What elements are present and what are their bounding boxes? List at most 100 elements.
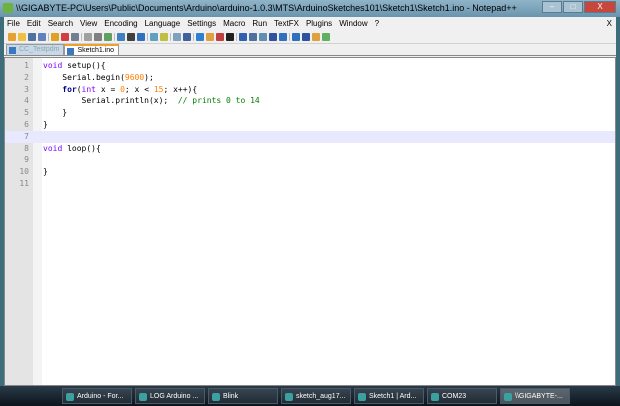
notepadpp-icon xyxy=(3,3,13,13)
line-number: 4 xyxy=(24,96,29,106)
line-number: 11 xyxy=(19,179,29,188)
toolbar-button-icon[interactable] xyxy=(127,32,135,41)
code-editor[interactable]: 1 void setup(){2 Serial.begin(9600); 3 for… xyxy=(4,57,616,386)
menu-run[interactable]: Run xyxy=(252,17,267,30)
taskbar-item[interactable]: COM23 xyxy=(427,388,497,404)
line-number: 10 xyxy=(19,167,29,177)
menu-plugins[interactable]: Plugins xyxy=(306,17,332,30)
menu-language[interactable]: Language xyxy=(145,17,181,30)
toolbar-button-icon[interactable] xyxy=(239,32,247,41)
menu-window[interactable]: Window xyxy=(339,17,367,30)
toolbar-separator xyxy=(81,32,82,41)
code-line[interactable]: 4 Serial.println(x); // prints 0 to 14 xyxy=(5,95,615,107)
code-line[interactable]: 5 } xyxy=(5,107,615,119)
toolbar-button-icon[interactable] xyxy=(183,32,191,41)
toolbar-button-icon[interactable] xyxy=(71,32,79,41)
title-bar: \\GIGABYTE-PC\Users\Public\Documents\Ard… xyxy=(0,0,620,17)
menu-edit[interactable]: Edit xyxy=(27,17,41,30)
app-window: File Edit Search View Encoding Language Settin… xyxy=(4,17,616,386)
toolbar-button-icon[interactable] xyxy=(160,32,168,41)
toolbar-button-icon[interactable] xyxy=(279,32,287,41)
toolbar-button-icon[interactable] xyxy=(117,32,125,41)
toolbar-button-icon[interactable] xyxy=(61,32,69,41)
line-number: 6 xyxy=(24,120,29,129)
taskbar-item[interactable]: Sketch1 | Ard... xyxy=(354,388,424,404)
close-button[interactable]: X xyxy=(584,1,616,13)
toolbar-button-icon[interactable] xyxy=(249,32,257,41)
code-text: void loop(){ xyxy=(43,143,101,153)
code-text: } xyxy=(43,167,48,177)
toolbar-button-icon[interactable] xyxy=(302,32,310,41)
toolbar-separator xyxy=(236,32,237,41)
line-number: 7 xyxy=(24,131,29,141)
toolbar-button-icon[interactable] xyxy=(259,32,267,41)
line-number: 1 xyxy=(24,61,29,70)
tab-bar: CC_Testpdm Sketch1.ino xyxy=(4,44,616,56)
taskbar-item[interactable]: Blink xyxy=(208,388,278,404)
toolbar-button-icon[interactable] xyxy=(269,32,277,41)
toolbar-button-icon[interactable] xyxy=(196,32,204,41)
taskbar-item[interactable]: sketch_aug17... xyxy=(281,388,351,404)
code-line[interactable]: 8 void loop(){ xyxy=(5,143,615,155)
toolbar-button-icon[interactable] xyxy=(292,32,300,41)
code-text: Serial.println(x); // prints 0 to 14 xyxy=(43,96,260,106)
code-line[interactable]: 10} xyxy=(5,166,615,178)
code-text: } xyxy=(43,108,68,118)
maximize-button[interactable]: □ xyxy=(563,1,583,13)
toolbar-button-icon[interactable] xyxy=(84,32,92,41)
tab-cc-testpdm[interactable]: CC_Testpdm xyxy=(6,44,65,55)
code-line[interactable]: 2 Serial.begin(9600); xyxy=(5,72,615,84)
menu-encoding[interactable]: Encoding xyxy=(104,17,137,30)
menu-textfx[interactable]: TextFX xyxy=(274,17,299,30)
toolbar-button-icon[interactable] xyxy=(150,32,158,41)
toolbar-separator xyxy=(289,32,290,41)
code-line[interactable]: 9 xyxy=(5,154,615,166)
line-number: 9 xyxy=(24,155,29,165)
code-line[interactable]: 11 xyxy=(5,178,615,190)
toolbar-separator xyxy=(170,32,171,41)
toolbar-separator xyxy=(48,32,49,41)
menu-view[interactable]: View xyxy=(80,17,97,30)
toolbar-button-icon[interactable] xyxy=(94,32,102,41)
line-number: 3 xyxy=(24,84,29,94)
tab-sketch1[interactable]: Sketch1.ino xyxy=(64,44,120,55)
toolbar-button-icon[interactable] xyxy=(206,32,214,41)
toolbar-button-icon[interactable] xyxy=(104,32,112,41)
code-text: void setup(){ xyxy=(43,61,106,70)
toolbar-button-icon[interactable] xyxy=(28,32,36,41)
menu-macro[interactable]: Macro xyxy=(223,17,245,30)
toolbar-button-icon[interactable] xyxy=(173,32,181,41)
toolbar-separator xyxy=(147,32,148,41)
code-text: } xyxy=(43,120,48,129)
toolbar-separator xyxy=(193,32,194,41)
line-number: 2 xyxy=(24,72,29,82)
code-line[interactable]: 1 void setup(){ xyxy=(5,60,615,72)
menu-bar: File Edit Search View Encoding Language Settin… xyxy=(4,17,616,30)
toolbar-button-icon[interactable] xyxy=(38,32,46,41)
toolbar-button-icon[interactable] xyxy=(51,32,59,41)
toolbar-button-icon[interactable] xyxy=(137,32,145,41)
taskbar-item[interactable]: \\GIGABYTE-... xyxy=(500,388,570,404)
toolbar-button-icon[interactable] xyxy=(18,32,26,41)
menu-search[interactable]: Search xyxy=(48,17,73,30)
code-line[interactable]: 7 xyxy=(5,130,615,143)
window-title: \\GIGABYTE-PC\Users\Public\Documents\Ard… xyxy=(16,3,517,13)
toolbar-button-icon[interactable] xyxy=(8,32,16,41)
menu-file[interactable]: File xyxy=(7,17,20,30)
menu-[interactable]: ? xyxy=(375,17,379,30)
taskbar-item[interactable]: LOG Arduino ... xyxy=(135,388,205,404)
menu-settings[interactable]: Settings xyxy=(187,17,216,30)
taskbar: Arduino - For... LOG Arduino ... Blink sket… xyxy=(0,386,620,406)
toolbar-button-icon[interactable] xyxy=(322,32,330,41)
line-number: 5 xyxy=(24,108,29,118)
toolbar-button-icon[interactable] xyxy=(226,32,234,41)
toolbar-button-icon[interactable] xyxy=(216,32,224,41)
code-line[interactable]: 6} xyxy=(5,119,615,131)
toolbar-button-icon[interactable] xyxy=(312,32,320,41)
close-document-button[interactable]: X xyxy=(607,17,612,30)
code-text: Serial.begin(9600); xyxy=(43,72,154,82)
minimize-button[interactable]: – xyxy=(542,1,562,13)
code-line[interactable]: 3 for(int x = 0; x < 15; x++){ xyxy=(5,84,615,96)
taskbar-item[interactable]: Arduino - For... xyxy=(62,388,132,404)
toolbar xyxy=(4,30,616,44)
